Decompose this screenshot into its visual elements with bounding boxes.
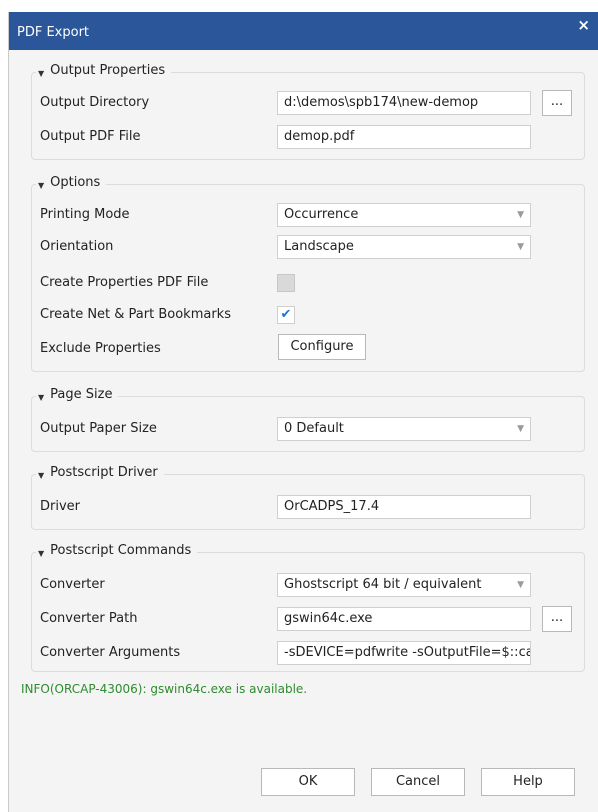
converter-path-label: Converter Path: [40, 611, 138, 626]
configure-button[interactable]: Configure: [278, 334, 366, 360]
page-size-legend: Page Size: [50, 387, 113, 402]
help-button[interactable]: Help: [481, 768, 575, 796]
postscript-driver-legend: Postscript Driver: [50, 465, 158, 480]
page-size-group: ▼ Page Size Output Paper Size 0 Default …: [31, 387, 585, 452]
caret-down-icon[interactable]: ▼: [38, 69, 44, 78]
caret-down-icon[interactable]: ▼: [38, 181, 44, 190]
orientation-select[interactable]: Landscape ▼: [277, 235, 531, 259]
printing-mode-value: Occurrence: [284, 207, 359, 222]
paper-size-label: Output Paper Size: [40, 421, 157, 436]
output-pdf-label: Output PDF File: [40, 129, 141, 144]
caret-down-icon[interactable]: ▼: [38, 393, 44, 402]
driver-input[interactable]: OrCADPS_17.4: [277, 495, 531, 519]
orientation-value: Landscape: [284, 239, 354, 254]
printing-mode-label: Printing Mode: [40, 207, 130, 222]
postscript-commands-group: ▼ Postscript Commands Converter Ghostscr…: [31, 543, 585, 672]
options-legend: Options: [50, 175, 101, 190]
chevron-down-icon: ▼: [517, 242, 524, 252]
caret-down-icon[interactable]: ▼: [38, 549, 44, 558]
create-bookmarks-label: Create Net & Part Bookmarks: [40, 307, 231, 322]
dialog-title: PDF Export: [17, 25, 90, 40]
paper-size-select[interactable]: 0 Default ▼: [277, 417, 531, 441]
postscript-commands-legend: Postscript Commands: [50, 543, 192, 558]
caret-down-icon[interactable]: ▼: [38, 471, 44, 480]
close-icon[interactable]: ×: [577, 16, 590, 34]
converter-arguments-label: Converter Arguments: [40, 645, 181, 660]
create-properties-checkbox[interactable]: [277, 274, 295, 292]
output-properties-legend: Output Properties: [50, 63, 166, 78]
chevron-down-icon: ▼: [517, 424, 524, 434]
title-bar: PDF Export ×: [9, 12, 598, 50]
pdf-export-dialog: PDF Export × ▼ Output Properties Output …: [8, 12, 598, 812]
converter-path-browse-button[interactable]: ...: [542, 606, 572, 632]
converter-value: Ghostscript 64 bit / equivalent: [284, 577, 482, 592]
checkmark-icon: ✔: [280, 307, 292, 322]
driver-label: Driver: [40, 499, 81, 514]
printing-mode-select[interactable]: Occurrence ▼: [277, 203, 531, 227]
cancel-button[interactable]: Cancel: [371, 768, 465, 796]
chevron-down-icon: ▼: [517, 210, 524, 220]
converter-label: Converter: [40, 577, 105, 592]
info-message: INFO(ORCAP-43006): gswin64c.exe is avail…: [21, 682, 308, 696]
output-properties-group: ▼ Output Properties Output Directory d:\…: [31, 63, 585, 160]
orientation-label: Orientation: [40, 239, 114, 254]
converter-path-input[interactable]: gswin64c.exe: [277, 607, 531, 631]
ok-button[interactable]: OK: [261, 768, 355, 796]
create-bookmarks-checkbox[interactable]: ✔: [277, 306, 295, 324]
output-directory-label: Output Directory: [40, 95, 150, 110]
converter-select[interactable]: Ghostscript 64 bit / equivalent ▼: [277, 573, 531, 597]
converter-arguments-input[interactable]: -sDEVICE=pdfwrite -sOutputFile=$::ca: [277, 641, 531, 665]
output-directory-browse-button[interactable]: ...: [542, 90, 572, 116]
options-group: ▼ Options Printing Mode Occurrence ▼ Ori…: [31, 175, 585, 372]
postscript-driver-group: ▼ Postscript Driver Driver OrCADPS_17.4: [31, 465, 585, 530]
output-pdf-input[interactable]: demop.pdf: [277, 125, 531, 149]
exclude-properties-label: Exclude Properties: [40, 341, 161, 356]
create-properties-label: Create Properties PDF File: [40, 275, 209, 290]
chevron-down-icon: ▼: [517, 580, 524, 590]
output-directory-input[interactable]: d:\demos\spb174\new-demop: [277, 91, 531, 115]
paper-size-value: 0 Default: [284, 421, 344, 436]
